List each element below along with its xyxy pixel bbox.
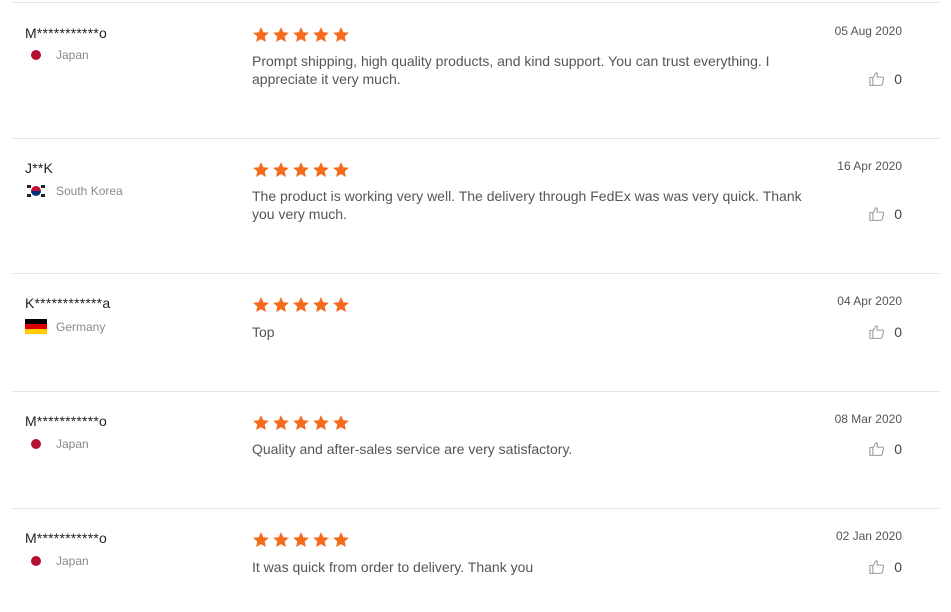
star-icon bbox=[332, 26, 350, 44]
country-label: Germany bbox=[56, 319, 106, 334]
review-text: Top bbox=[252, 324, 275, 340]
review-item: M***********o Japan Prompt shipping, hig… bbox=[12, 2, 939, 139]
review-item: M***********o Japan It was quick from or… bbox=[12, 508, 939, 612]
helpful-button[interactable]: 0 bbox=[868, 440, 902, 458]
country-label: Japan bbox=[56, 554, 89, 568]
review-text: Prompt shipping, high quality products, … bbox=[252, 53, 770, 87]
star-icon bbox=[292, 26, 310, 44]
helpful-button[interactable]: 0 bbox=[868, 323, 902, 341]
reviewer-name: J**K bbox=[25, 160, 54, 176]
reviewer-name: M***********o bbox=[25, 25, 107, 41]
star-icon bbox=[272, 296, 290, 314]
star-icon bbox=[272, 26, 290, 44]
star-icon bbox=[312, 161, 330, 179]
review-text: The product is working very well. The de… bbox=[252, 188, 802, 222]
star-icon bbox=[252, 161, 270, 179]
thumbs-up-icon bbox=[868, 323, 886, 341]
helpful-count: 0 bbox=[894, 206, 902, 222]
reviewer-name: M***********o bbox=[25, 530, 107, 546]
reviewer-country: Germany bbox=[25, 319, 105, 334]
helpful-count: 0 bbox=[894, 324, 902, 340]
star-icon bbox=[332, 414, 350, 432]
thumbs-up-icon bbox=[868, 205, 886, 223]
star-icon bbox=[312, 531, 330, 549]
reviewer-country: Japan bbox=[25, 48, 89, 62]
review-date: 05 Aug 2020 bbox=[834, 24, 902, 38]
helpful-count: 0 bbox=[894, 71, 902, 87]
star-icon bbox=[312, 414, 330, 432]
review-date: 02 Jan 2020 bbox=[835, 529, 902, 543]
star-icon bbox=[332, 296, 350, 314]
review-text: Quality and after-sales service are very… bbox=[252, 441, 573, 457]
star-icon bbox=[312, 296, 330, 314]
reviewer-name: M***********o bbox=[25, 413, 107, 429]
star-icon bbox=[292, 414, 310, 432]
star-icon bbox=[312, 26, 330, 44]
helpful-button[interactable]: 0 bbox=[868, 205, 902, 223]
reviewer-country: South Korea bbox=[25, 184, 123, 198]
star-rating bbox=[252, 531, 350, 549]
star-icon bbox=[252, 296, 270, 314]
helpful-count: 0 bbox=[894, 441, 902, 457]
japan-flag-icon bbox=[25, 554, 47, 568]
star-icon bbox=[272, 414, 290, 432]
review-text: It was quick from order to delivery. Tha… bbox=[252, 559, 534, 575]
star-icon bbox=[272, 161, 290, 179]
review-item: M***********o Japan Quality and after-sa… bbox=[12, 391, 939, 509]
star-icon bbox=[292, 161, 310, 179]
star-icon bbox=[292, 531, 310, 549]
country-label: South Korea bbox=[56, 184, 123, 198]
review-item: J**K South Korea The product is working … bbox=[12, 138, 939, 274]
reviewer-country: Japan bbox=[25, 554, 89, 568]
thumbs-up-icon bbox=[868, 558, 886, 576]
star-rating bbox=[252, 414, 350, 432]
country-label: Japan bbox=[56, 48, 89, 62]
star-icon bbox=[292, 296, 310, 314]
review-date: 16 Apr 2020 bbox=[837, 159, 902, 173]
helpful-button[interactable]: 0 bbox=[868, 70, 902, 88]
star-icon bbox=[252, 531, 270, 549]
star-rating bbox=[252, 161, 350, 179]
reviewer-country: Japan bbox=[25, 437, 89, 451]
thumbs-up-icon bbox=[868, 70, 886, 88]
thumbs-up-icon bbox=[868, 440, 886, 458]
star-icon bbox=[252, 414, 270, 432]
reviewer-name: K************a bbox=[25, 295, 111, 311]
star-icon bbox=[272, 531, 290, 549]
star-icon bbox=[252, 26, 270, 44]
star-rating bbox=[252, 26, 350, 44]
star-icon bbox=[332, 531, 350, 549]
star-icon bbox=[332, 161, 350, 179]
japan-flag-icon bbox=[25, 437, 47, 451]
south-korea-flag-icon bbox=[25, 184, 47, 198]
helpful-button[interactable]: 0 bbox=[868, 558, 902, 576]
review-date: 08 Mar 2020 bbox=[834, 412, 902, 426]
germany-flag-icon bbox=[25, 319, 47, 334]
review-item: K************a Germany Top 04 Apr 2020 0 bbox=[12, 273, 939, 392]
japan-flag-icon bbox=[25, 48, 47, 62]
review-date: 04 Apr 2020 bbox=[837, 294, 902, 308]
helpful-count: 0 bbox=[894, 559, 902, 575]
country-label: Japan bbox=[56, 437, 89, 451]
star-rating bbox=[252, 296, 350, 314]
